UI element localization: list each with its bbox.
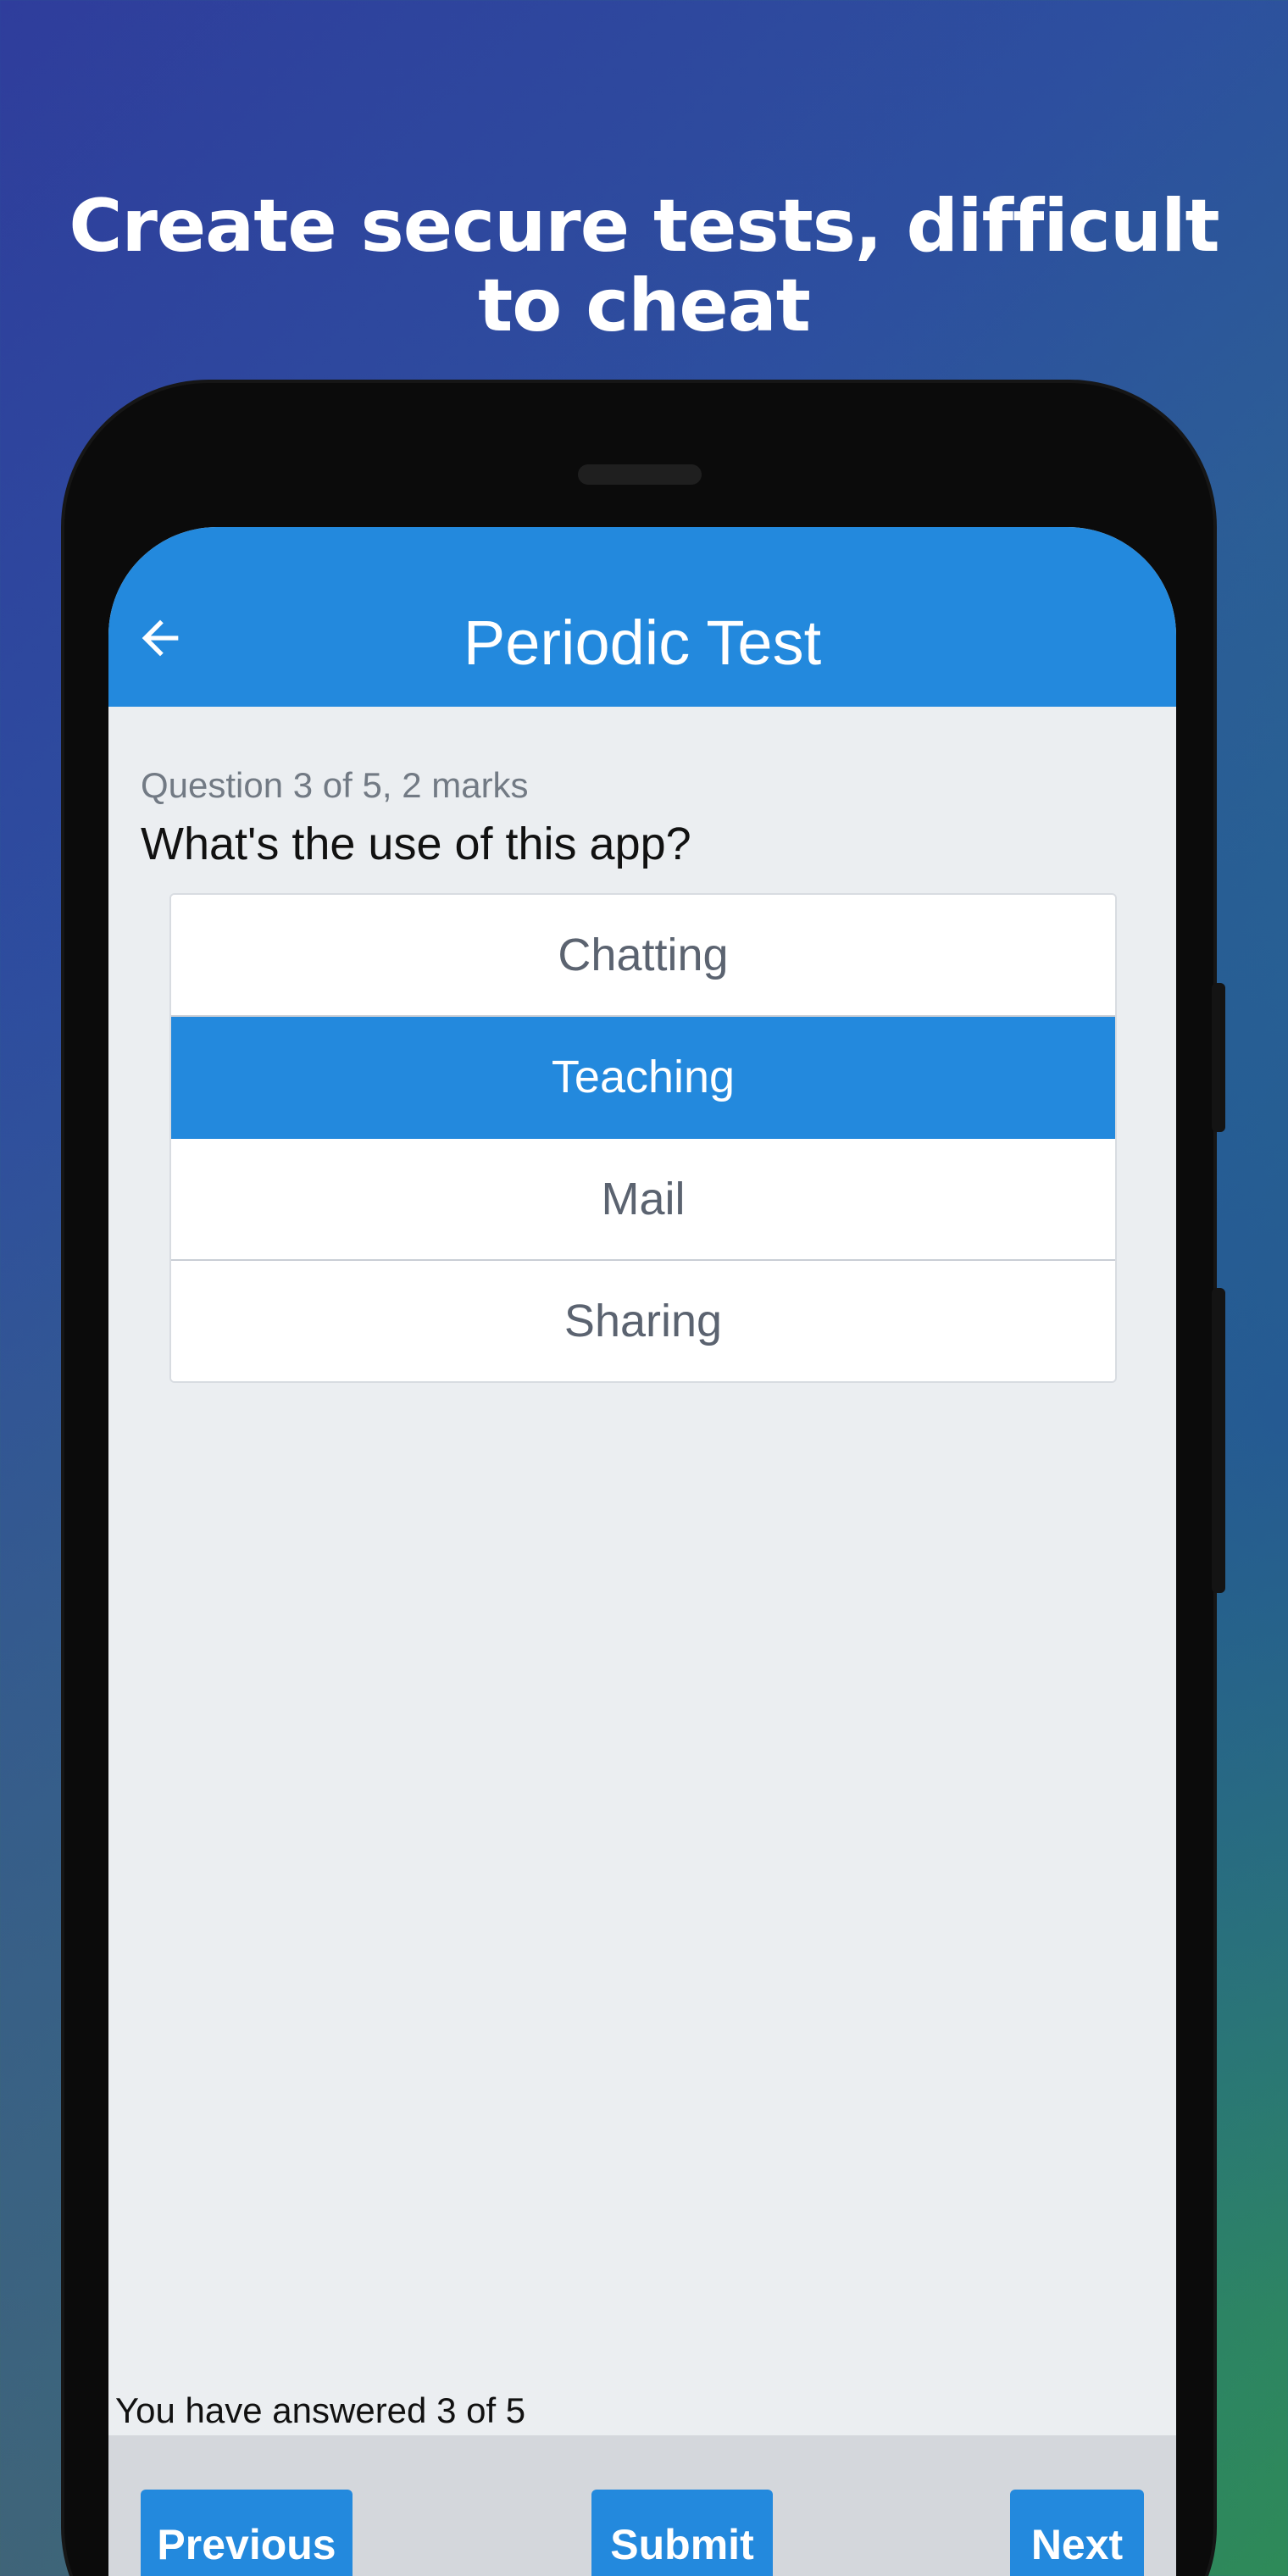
option-chatting[interactable]: Chatting [171, 895, 1115, 1017]
option-teaching[interactable]: Teaching [171, 1017, 1115, 1139]
phone-side-button-lower [1212, 1288, 1225, 1593]
question-text: What's the use of this app? [141, 819, 691, 869]
previous-button[interactable]: Previous [141, 2490, 353, 2576]
bottom-action-bar: Previous Submit Next [108, 2435, 1176, 2576]
question-meta: Question 3 of 5, 2 marks [141, 765, 529, 805]
option-sharing[interactable]: Sharing [171, 1261, 1115, 1381]
marketing-headline: Create secure tests, difficult to cheat [69, 184, 1219, 348]
answer-options: Chatting Teaching Mail Sharing [169, 893, 1117, 1383]
submit-button[interactable]: Submit [591, 2490, 773, 2576]
app-screen: Periodic Test Question 3 of 5, 2 marks W… [108, 527, 1176, 2576]
app-bar: Periodic Test [108, 527, 1176, 707]
phone-side-button-upper [1212, 983, 1225, 1132]
page-title: Periodic Test [463, 608, 822, 678]
answered-progress-text: You have answered 3 of 5 [115, 2390, 526, 2430]
option-mail[interactable]: Mail [171, 1139, 1115, 1261]
next-button[interactable]: Next [1010, 2490, 1144, 2576]
phone-speaker [578, 464, 702, 485]
